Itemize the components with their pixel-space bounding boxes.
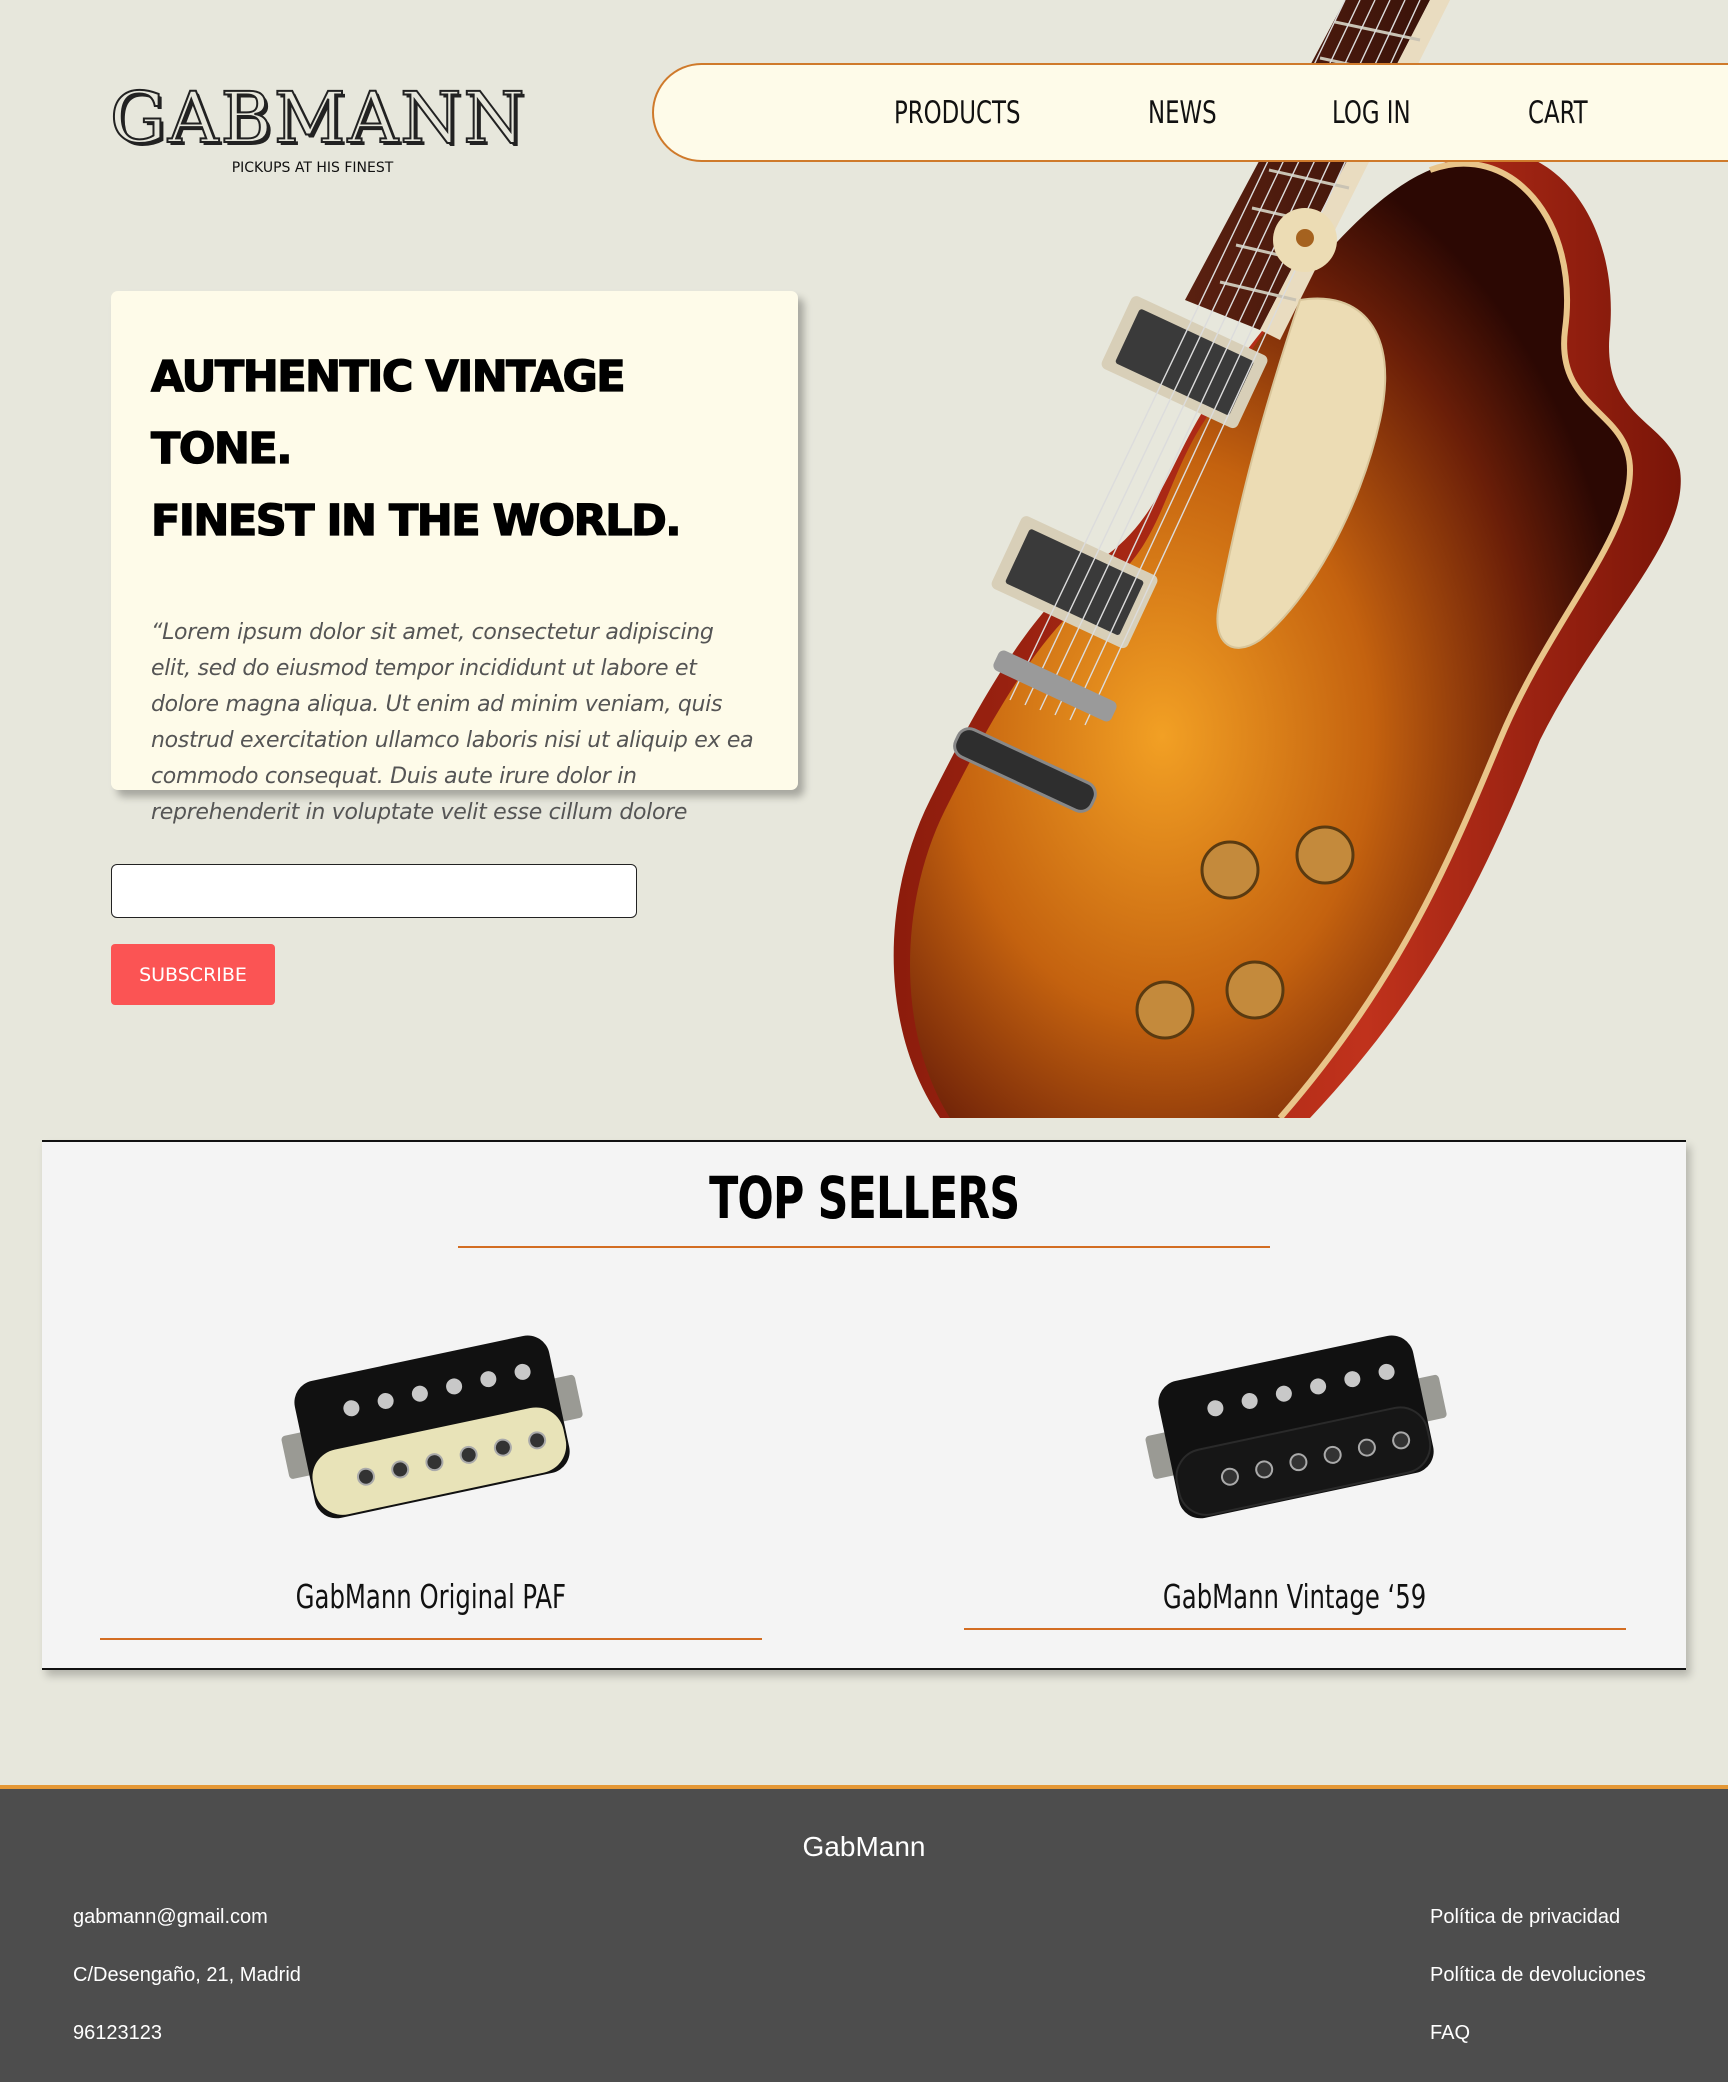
nav-news[interactable]: NEWS bbox=[1148, 95, 1217, 131]
nav-cart[interactable]: CART bbox=[1528, 95, 1588, 131]
top-sellers-title: TOP SELLERS bbox=[708, 1164, 1020, 1232]
footer-phone: 96123123 bbox=[73, 2022, 162, 2044]
footer-link-privacy[interactable]: Política de privacidad bbox=[1430, 1906, 1646, 1929]
subscribe-button[interactable]: SUBSCRIBE bbox=[111, 944, 275, 1005]
footer-link-returns[interactable]: Política de devoluciones bbox=[1430, 1964, 1646, 1987]
product-divider bbox=[964, 1628, 1626, 1630]
footer: GabMann gabmann@gmail.com C/Desengaño, 2… bbox=[0, 1785, 1728, 2082]
top-sellers-divider bbox=[458, 1246, 1270, 1248]
top-sellers-section: TOP SELLERS GabMann Original PAF GabMann… bbox=[42, 1140, 1686, 1670]
product-name[interactable]: GabMann Original PAF bbox=[100, 1577, 762, 1616]
hero-title-line-1: AUTHENTIC VINTAGE TONE. bbox=[150, 351, 626, 474]
footer-links: Política de privacidad Política de devol… bbox=[1430, 1906, 1646, 2045]
footer-contact: gabmann@gmail.com C/Desengaño, 21, Madri… bbox=[73, 1906, 301, 2045]
product-card[interactable]: GabMann Vintage ‘59 bbox=[964, 1317, 1626, 1630]
hero-guitar-image bbox=[840, 0, 1728, 1118]
hero-title-line-2: FINEST IN THE WORLD. bbox=[150, 495, 682, 546]
product-card[interactable]: GabMann Original PAF bbox=[100, 1317, 762, 1640]
pickup-black-image[interactable] bbox=[1135, 1317, 1455, 1527]
nav-log-in[interactable]: LOG IN bbox=[1332, 95, 1411, 131]
pickup-zebra-image[interactable] bbox=[271, 1317, 591, 1527]
footer-link-faq[interactable]: FAQ bbox=[1430, 2022, 1646, 2045]
brand: GABMANN PICKUPS AT HIS FINEST bbox=[109, 77, 526, 176]
footer-email[interactable]: gabmann@gmail.com bbox=[73, 1906, 301, 1929]
main-nav: PRODUCTS NEWS LOG IN CART bbox=[652, 63, 1728, 162]
hero-card: AUTHENTIC VINTAGE TONE. FINEST IN THE WO… bbox=[111, 291, 798, 825]
footer-address: C/Desengaño, 21, Madrid bbox=[73, 1964, 301, 1986]
brand-logo[interactable]: GABMANN bbox=[109, 77, 526, 159]
product-divider bbox=[100, 1638, 762, 1640]
hero-description: “Lorem ipsum dolor sit amet, consectetur… bbox=[151, 620, 754, 825]
footer-brand: GabMann bbox=[802, 1831, 926, 1862]
email-input[interactable] bbox=[111, 864, 637, 918]
product-name[interactable]: GabMann Vintage ‘59 bbox=[964, 1577, 1626, 1616]
nav-products[interactable]: PRODUCTS bbox=[894, 95, 1020, 131]
brand-tagline: PICKUPS AT HIS FINEST bbox=[231, 160, 394, 176]
